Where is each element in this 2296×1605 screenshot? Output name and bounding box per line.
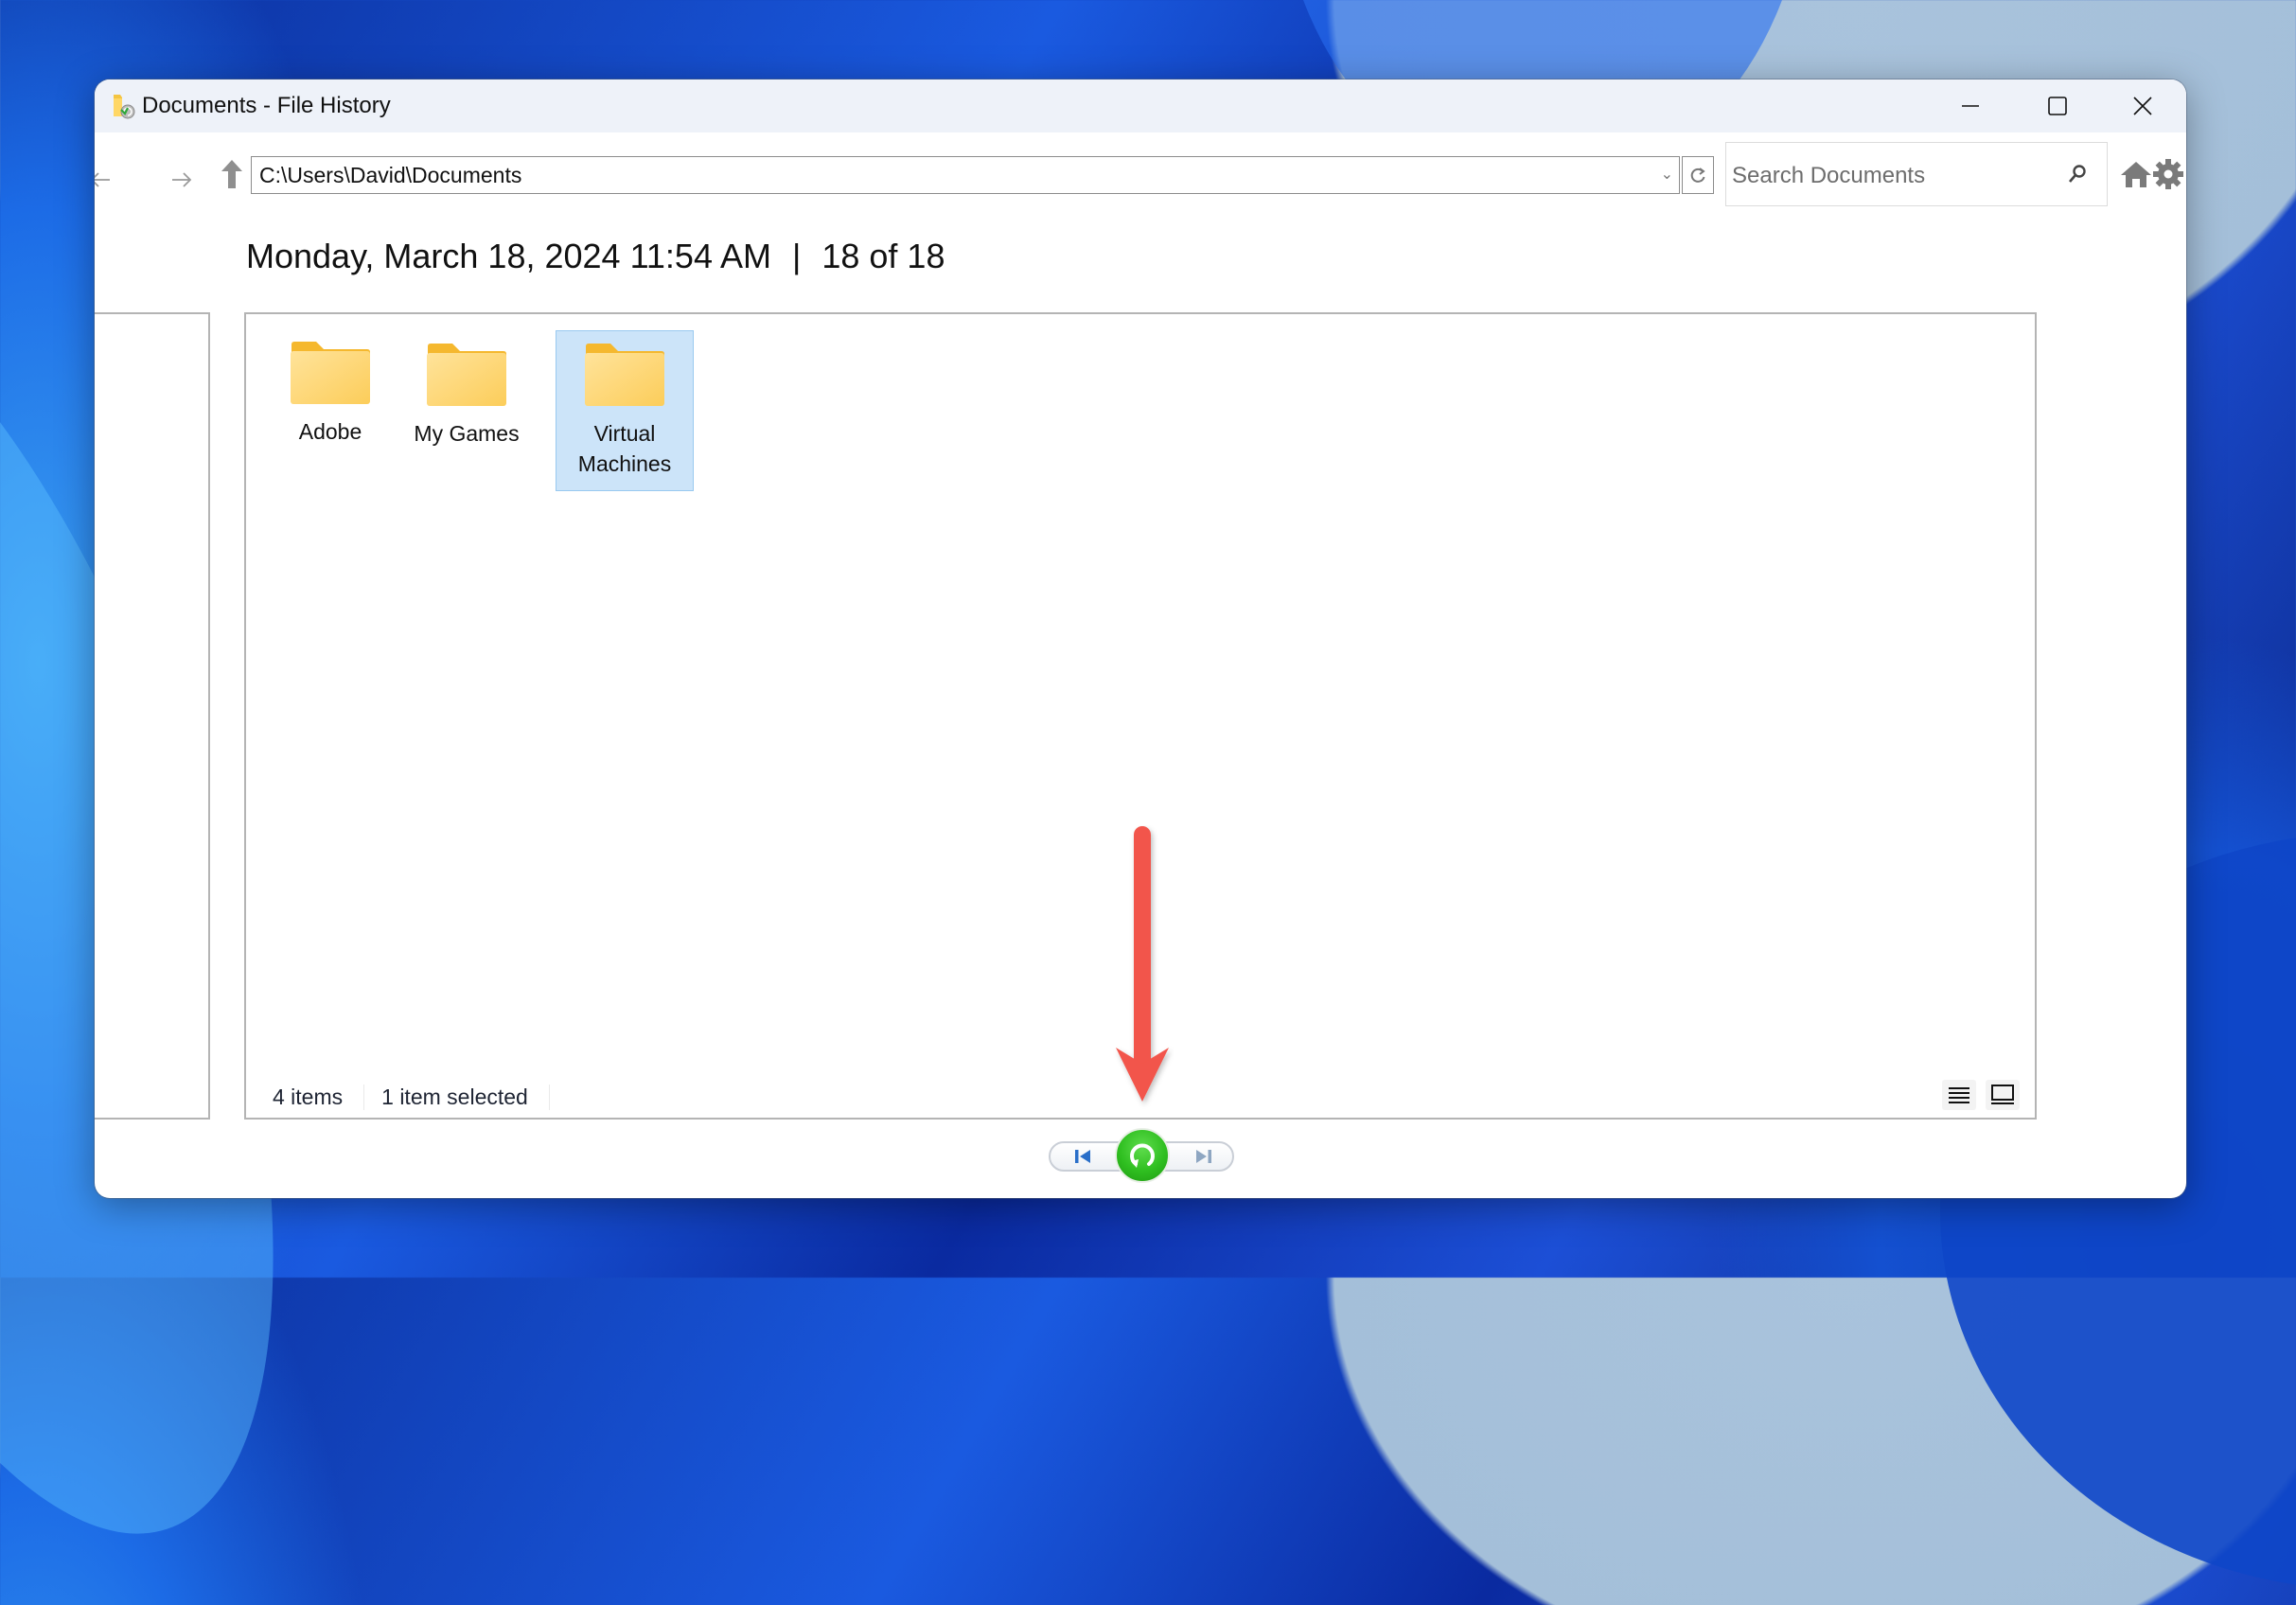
skip-next-icon	[1196, 1150, 1211, 1163]
file-history-window: Documents - File History C:\Users\David\…	[95, 79, 2186, 1198]
arrow-left-icon	[95, 172, 110, 187]
address-path: C:\Users\David\Documents	[259, 163, 522, 187]
refresh-button[interactable]	[1682, 156, 1714, 194]
folder-label-line: Virtual	[593, 421, 656, 446]
home-icon[interactable]	[2120, 160, 2152, 188]
skip-previous-icon	[1075, 1150, 1090, 1163]
folder-icon	[427, 344, 506, 406]
status-bar: 4 items 1 item selected	[273, 1085, 567, 1110]
item-count: 4 items	[273, 1085, 365, 1110]
back-button[interactable]	[95, 161, 119, 199]
search-icon[interactable]	[2067, 164, 2088, 185]
forward-button[interactable]	[163, 161, 201, 199]
folder-item-adobe[interactable]: Adobe	[261, 330, 399, 453]
selection-count: 1 item selected	[381, 1085, 550, 1110]
window-title: Documents - File History	[142, 93, 391, 118]
maximize-button[interactable]	[2014, 79, 2101, 132]
details-view-icon	[1949, 1087, 1969, 1103]
folder-item-my-games[interactable]: My Games	[397, 332, 536, 455]
close-icon	[2133, 97, 2152, 115]
large-icons-view-icon	[1991, 1085, 2014, 1104]
snapshot-position: 18 of 18	[821, 237, 945, 275]
details-view-button[interactable]	[1942, 1080, 1976, 1110]
chevron-down-icon[interactable]: ⌄	[1661, 157, 1673, 193]
search-box[interactable]	[1725, 142, 2108, 206]
snapshot-header: Monday, March 18, 2024 11:54 AM | 18 of 18	[246, 237, 945, 276]
minimize-icon	[1962, 105, 1979, 107]
navigation-pane[interactable]	[95, 312, 210, 1120]
restore-button[interactable]	[1115, 1128, 1170, 1183]
file-list-pane[interactable]: Adobe My Games Virtual Machines 4 items …	[244, 312, 2037, 1120]
minimize-button[interactable]	[1927, 79, 2014, 132]
folder-label-line: Machines	[577, 451, 672, 476]
restore-icon	[1130, 1143, 1155, 1168]
next-version-button[interactable]	[1158, 1141, 1234, 1172]
title-bar: Documents - File History	[95, 79, 2186, 132]
address-bar[interactable]: C:\Users\David\Documents ⌄	[251, 156, 1680, 194]
folder-icon	[291, 342, 370, 404]
large-icons-view-button[interactable]	[1986, 1080, 2020, 1110]
folder-label: My Games	[414, 421, 520, 446]
gear-icon[interactable]	[2152, 158, 2184, 190]
arrow-right-icon	[172, 172, 192, 187]
folder-label: Adobe	[298, 419, 362, 444]
folder-icon	[585, 344, 664, 406]
maximize-icon	[2048, 97, 2067, 115]
refresh-icon	[1690, 168, 1705, 183]
header-separator: |	[792, 237, 802, 275]
playback-controls	[1049, 1128, 1234, 1183]
folder-label: Virtual Machines	[578, 418, 671, 479]
file-history-app-icon	[114, 95, 135, 119]
snapshot-date: Monday, March 18, 2024 11:54 AM	[246, 237, 771, 275]
up-button[interactable]	[213, 155, 251, 193]
previous-version-button[interactable]	[1049, 1141, 1124, 1172]
arrow-up-icon	[221, 160, 242, 188]
search-input[interactable]	[1730, 156, 2056, 196]
folder-item-virtual-machines[interactable]: Virtual Machines	[556, 330, 694, 491]
close-button[interactable]	[2099, 79, 2186, 132]
